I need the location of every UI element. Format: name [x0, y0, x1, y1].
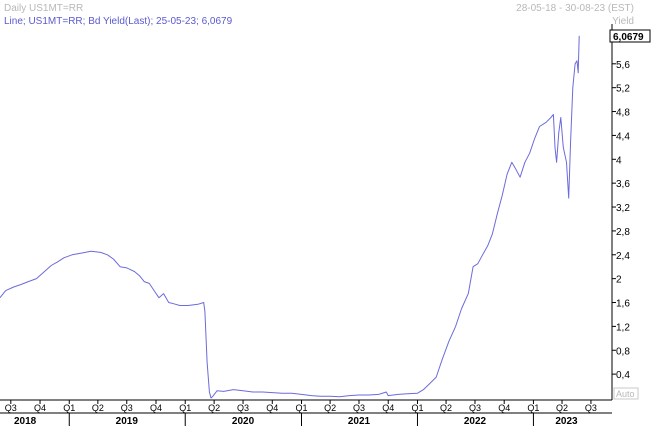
x-tick-label: Q4 — [34, 403, 46, 413]
x-tick-label: Q2 — [324, 403, 336, 413]
y-tick-label: 0,8 — [616, 346, 630, 357]
year-label: 2022 — [464, 416, 487, 427]
y-tick-label: 3,6 — [616, 179, 630, 190]
x-tick-label: Q2 — [208, 403, 220, 413]
y-axis-ticks: 0,4 0,8 1,2 1,6 2 2,4 2,8 3,2 3,6 4 4,4 4,8 5,2 5,6 — [612, 60, 630, 381]
year-label: 2021 — [348, 416, 371, 427]
x-tick-label: Q3 — [353, 403, 365, 413]
chart-window: Daily US1MT=RR 28-05-18 - 30-08-23 (EST)… — [0, 0, 652, 440]
y-tick-label: 2,8 — [616, 227, 630, 238]
x-tick-label: Q1 — [411, 403, 423, 413]
last-value-label: 6,0679 — [613, 32, 644, 43]
y-tick-label: 4 — [616, 155, 622, 166]
x-tick-label: Q4 — [498, 403, 510, 413]
x-tick-label: Q3 — [121, 403, 133, 413]
x-tick-label: Q3 — [5, 403, 17, 413]
x-tick-label: Q2 — [92, 403, 104, 413]
series-line — [0, 35, 580, 399]
x-tick-label: Q3 — [469, 403, 481, 413]
year-label: 2020 — [232, 416, 255, 427]
x-tick-label: Q2 — [556, 403, 568, 413]
y-tick-label: 1,6 — [616, 299, 630, 310]
legend-text: Line; US1MT=RR; Bd Yield(Last); 25-05-23… — [4, 16, 233, 27]
auto-scale-label: Auto — [616, 389, 635, 399]
x-tick-label: Q1 — [295, 403, 307, 413]
x-tick-label: Q4 — [382, 403, 394, 413]
x-tick-label: Q3 — [585, 403, 597, 413]
y-axis-unit-label: Yield — [612, 16, 634, 27]
y-tick-label: 2,4 — [616, 251, 630, 262]
y-tick-label: 5,6 — [616, 60, 630, 71]
x-tick-label: Q1 — [179, 403, 191, 413]
x-tick-label: Q3 — [237, 403, 249, 413]
year-label: 2018 — [14, 416, 37, 427]
year-label: 2019 — [116, 416, 139, 427]
x-tick-label: Q2 — [440, 403, 452, 413]
y-tick-label: 4,4 — [616, 131, 630, 142]
y-tick-label: 4,8 — [616, 108, 630, 119]
y-tick-label: 5,2 — [616, 84, 630, 95]
y-tick-label: 2 — [616, 275, 622, 286]
year-label: 2023 — [555, 416, 578, 427]
x-tick-label: Q4 — [150, 403, 162, 413]
line-chart[interactable]: Daily US1MT=RR 28-05-18 - 30-08-23 (EST)… — [0, 0, 652, 440]
y-tick-label: 3,2 — [616, 203, 630, 214]
y-tick-label: 1,2 — [616, 322, 630, 333]
x-tick-label: Q1 — [527, 403, 539, 413]
chart-title: Daily US1MT=RR — [4, 3, 83, 14]
y-tick-label: 0,4 — [616, 370, 630, 381]
x-tick-label: Q1 — [63, 403, 75, 413]
date-range-label: 28-05-18 - 30-08-23 (EST) — [516, 3, 634, 14]
series-group — [0, 35, 580, 399]
x-tick-label: Q4 — [266, 403, 278, 413]
